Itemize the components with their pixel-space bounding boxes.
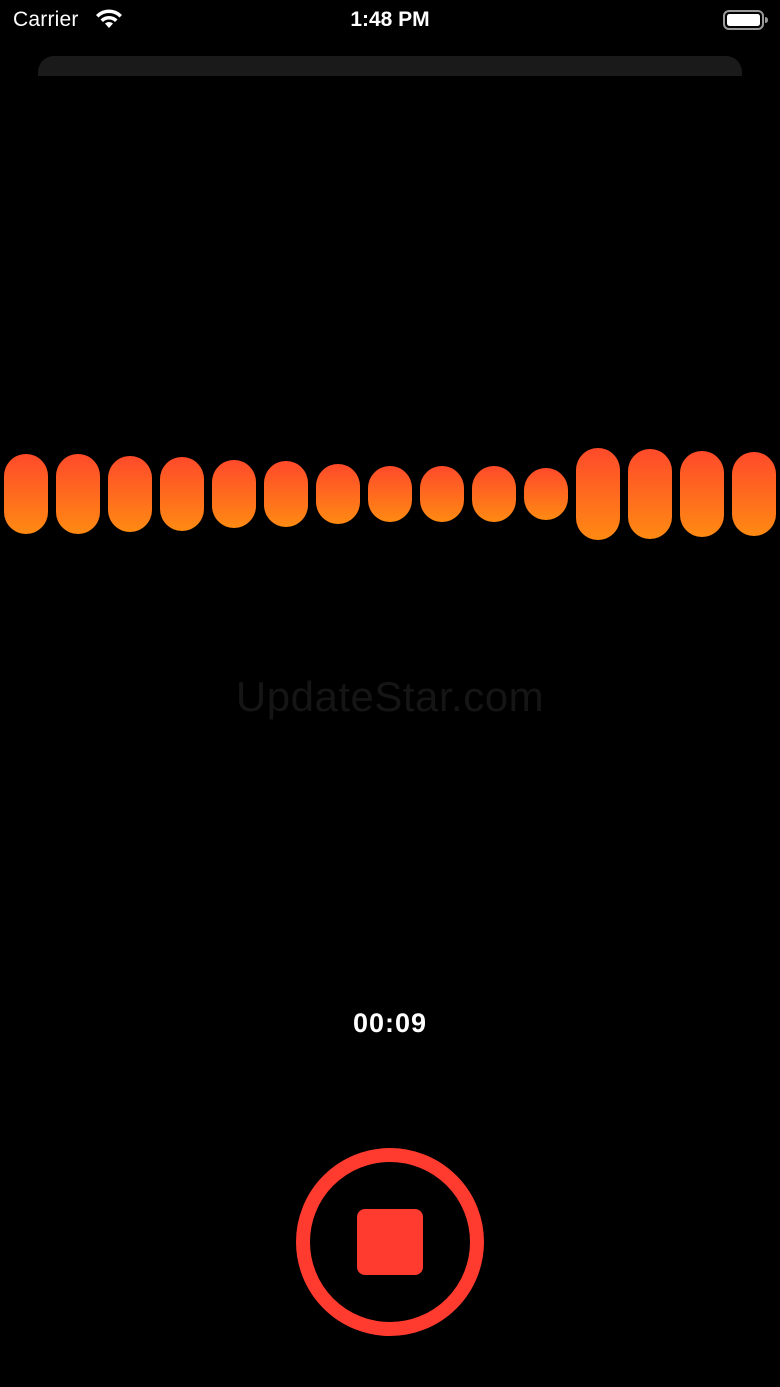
stop-recording-button[interactable] <box>296 1148 484 1336</box>
waveform-bar <box>212 459 256 529</box>
waveform-bar <box>472 466 516 522</box>
waveform-bar <box>576 448 620 540</box>
waveform-bar <box>264 461 308 527</box>
waveform-bar <box>56 454 100 534</box>
battery-icon <box>723 10 768 30</box>
waveform-bar <box>524 467 568 521</box>
status-bar: Carrier 1:48 PM <box>0 0 780 40</box>
waveform-bar <box>160 457 204 531</box>
waveform-bar <box>4 454 48 534</box>
waveform-bar <box>108 455 152 533</box>
waveform-bar <box>316 463 360 525</box>
stop-icon <box>357 1209 423 1275</box>
waveform-bar <box>420 466 464 522</box>
waveform-bar <box>368 466 412 522</box>
recording-timer: 00:09 <box>352 1008 428 1038</box>
status-time: 1:48 PM <box>350 8 430 31</box>
waveform-bar <box>680 450 724 538</box>
waveform-bar <box>732 452 776 536</box>
waveform-bar <box>628 449 672 539</box>
watermark-text: UpdateStar.com <box>235 673 545 720</box>
